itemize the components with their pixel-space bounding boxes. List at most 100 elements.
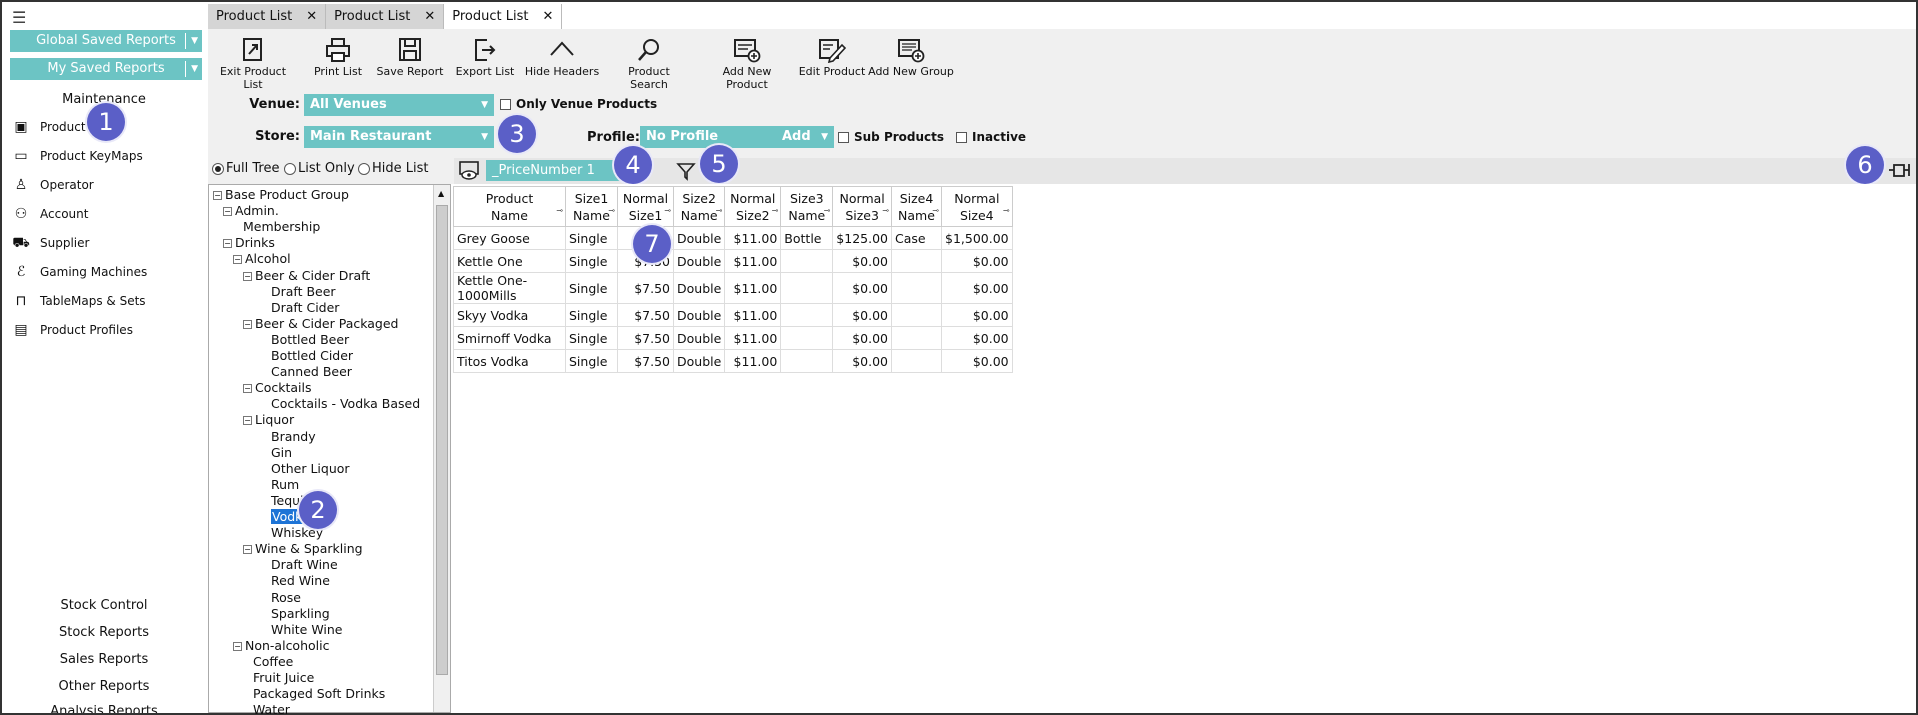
close-icon[interactable]: ✕ bbox=[424, 9, 435, 24]
filter-icon[interactable] bbox=[676, 161, 696, 184]
sidebar-item-supplier[interactable]: ⛟ Supplier bbox=[10, 230, 89, 256]
sidebar-item-tablemaps[interactable]: ⊓ TableMaps & Sets bbox=[10, 288, 146, 314]
pin-icon[interactable]: ⊸ bbox=[824, 202, 831, 219]
table-cell[interactable]: $0.00 bbox=[832, 303, 892, 327]
tree-node[interactable]: Water bbox=[253, 702, 290, 715]
pin-icon[interactable]: ⊸ bbox=[932, 202, 939, 219]
collapse-toggle-icon[interactable]: − bbox=[243, 271, 252, 281]
tree-node[interactable]: − Beer & Cider Draft bbox=[243, 268, 370, 283]
collapse-toggle-icon[interactable]: − bbox=[233, 255, 242, 265]
pin-icon[interactable]: ⊸ bbox=[608, 202, 615, 219]
store-select[interactable]: Main Restaurant ▼ bbox=[304, 126, 494, 148]
column-header[interactable]: Product Name ⊸ bbox=[453, 186, 566, 227]
print-list-button[interactable]: Print List bbox=[308, 35, 368, 87]
my-saved-reports-dropdown[interactable]: My Saved Reports ▼ bbox=[10, 58, 202, 80]
table-cell[interactable] bbox=[780, 326, 834, 350]
pin-icon[interactable]: ⊸ bbox=[772, 202, 779, 219]
tree-node[interactable]: Packaged Soft Drinks bbox=[253, 686, 385, 701]
table-cell[interactable]: $7.50 bbox=[617, 326, 674, 350]
stock-control-link[interactable]: Stock Control bbox=[2, 598, 206, 613]
tree-node[interactable]: Rose bbox=[271, 590, 301, 605]
table-cell[interactable]: $0.00 bbox=[941, 249, 1013, 273]
table-cell[interactable] bbox=[780, 303, 834, 327]
table-cell[interactable] bbox=[891, 272, 942, 304]
table-cell[interactable] bbox=[891, 249, 942, 273]
save-report-button[interactable]: Save Report bbox=[374, 35, 446, 87]
exit-product-list-button[interactable]: Exit Product List bbox=[212, 35, 294, 91]
column-header[interactable]: Normal Size2 ⊸ bbox=[724, 186, 782, 227]
tree-scrollbar[interactable]: ▲ bbox=[433, 185, 450, 712]
add-new-group-button[interactable]: Add New Group bbox=[868, 35, 954, 87]
table-cell[interactable] bbox=[780, 349, 834, 373]
table-cell[interactable]: $0.00 bbox=[941, 303, 1013, 327]
collapse-toggle-icon[interactable]: − bbox=[243, 416, 252, 426]
table-row[interactable]: Smirnoff Vodka Single $7.50 Double $11.00 $0.… bbox=[453, 326, 1013, 350]
table-cell[interactable] bbox=[891, 303, 942, 327]
scrollbar-thumb[interactable] bbox=[436, 205, 448, 675]
column-header[interactable]: Size1 Name ⊸ bbox=[565, 186, 618, 227]
table-cell[interactable] bbox=[780, 272, 834, 304]
table-cell[interactable]: Double bbox=[672, 249, 726, 273]
column-header[interactable]: Normal Size3 ⊸ bbox=[832, 186, 892, 227]
collapse-toggle-icon[interactable]: − bbox=[213, 191, 222, 200]
pin-icon[interactable]: ⊸ bbox=[664, 202, 671, 219]
tree-node[interactable]: − Base Product Group bbox=[213, 187, 349, 202]
tree-node[interactable]: Draft Beer bbox=[271, 284, 336, 299]
tree-node[interactable]: Cocktails - Vodka Based bbox=[271, 396, 420, 411]
collapse-toggle-icon[interactable]: − bbox=[233, 641, 242, 651]
tree-node[interactable]: − Alcohol bbox=[233, 251, 291, 266]
tree-node[interactable]: Rum bbox=[271, 477, 299, 492]
tree-node[interactable]: Coffee bbox=[253, 654, 293, 669]
table-cell[interactable]: Double bbox=[672, 272, 726, 304]
table-cell[interactable]: Case bbox=[891, 226, 942, 250]
table-cell[interactable]: $0.00 bbox=[941, 326, 1013, 350]
table-cell[interactable]: Single bbox=[565, 303, 618, 327]
collapse-toggle-icon[interactable]: − bbox=[223, 207, 232, 217]
table-cell[interactable]: Double bbox=[672, 303, 726, 327]
table-cell[interactable]: $0.00 bbox=[941, 272, 1013, 304]
tree-node[interactable]: Draft Cider bbox=[271, 300, 339, 315]
table-cell[interactable]: Double bbox=[672, 349, 726, 373]
tree-node[interactable]: − Drinks bbox=[223, 235, 275, 250]
table-cell[interactable]: Double bbox=[672, 226, 726, 250]
venue-select[interactable]: All Venues ▼ bbox=[304, 94, 494, 116]
pin-icon[interactable]: ⊸ bbox=[1003, 202, 1010, 219]
tree-node[interactable]: Bottled Cider bbox=[271, 348, 353, 363]
sidebar-item-operator[interactable]: ♙ Operator bbox=[10, 172, 94, 198]
analysis-reports-link[interactable]: Analysis Reports bbox=[2, 704, 206, 713]
tree-node[interactable]: Bottled Beer bbox=[271, 332, 349, 347]
tree-node[interactable]: − Liquor bbox=[243, 412, 294, 427]
table-cell[interactable]: $11.00 bbox=[724, 249, 782, 273]
tree-node[interactable]: − Beer & Cider Packaged bbox=[243, 316, 398, 331]
tab-product-list-2[interactable]: Product List ✕ bbox=[326, 4, 445, 29]
table-cell[interactable]: Double bbox=[672, 326, 726, 350]
collapse-toggle-icon[interactable]: − bbox=[243, 545, 252, 555]
sidebar-item-account[interactable]: ⚇ Account bbox=[10, 201, 89, 227]
edit-product-button[interactable]: Edit Product bbox=[798, 35, 866, 87]
sales-reports-link[interactable]: Sales Reports bbox=[2, 652, 206, 667]
product-search-button[interactable]: Product Search bbox=[608, 35, 690, 91]
pin-icon[interactable]: ⊸ bbox=[882, 202, 889, 219]
close-icon[interactable]: ✕ bbox=[306, 9, 317, 24]
product-group-tree[interactable]: − Base Product Group − Admin. Membership − Dri… bbox=[208, 184, 451, 715]
add-new-product-button[interactable]: Add New Product bbox=[700, 35, 794, 91]
table-cell[interactable]: Titos Vodka bbox=[453, 349, 566, 373]
stock-reports-link[interactable]: Stock Reports bbox=[2, 625, 206, 640]
table-cell[interactable]: $0.00 bbox=[832, 326, 892, 350]
column-header[interactable]: Size3 Name ⊸ bbox=[780, 186, 834, 227]
collapse-toggle-icon[interactable]: − bbox=[243, 384, 252, 394]
table-row[interactable]: Kettle OneSingle$7.50Double$11.00$0.00$0… bbox=[453, 249, 1013, 273]
column-chooser-icon[interactable] bbox=[1888, 161, 1912, 184]
sidebar-item-gaming-machines[interactable]: ℰ Gaming Machines bbox=[10, 259, 147, 285]
close-icon[interactable]: ✕ bbox=[542, 9, 553, 24]
table-cell[interactable]: $0.00 bbox=[832, 349, 892, 373]
table-cell[interactable]: $0.00 bbox=[941, 349, 1013, 373]
tree-node[interactable]: − Cocktails bbox=[243, 380, 312, 395]
table-cell[interactable] bbox=[780, 249, 834, 273]
table-cell[interactable]: Kettle One bbox=[453, 249, 566, 273]
table-cell[interactable]: $11.00 bbox=[724, 326, 782, 350]
table-cell[interactable]: $11.00 bbox=[724, 349, 782, 373]
tree-node[interactable]: Membership bbox=[243, 219, 320, 234]
column-header[interactable]: Normal Size1 ⊸ bbox=[617, 186, 674, 227]
table-cell[interactable]: Bottle bbox=[780, 226, 834, 250]
